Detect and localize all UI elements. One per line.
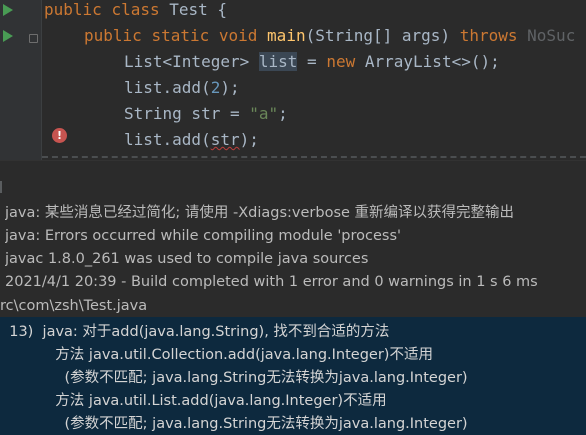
highlighted-variable: list (258, 52, 298, 71)
code-line-5: String str = "a"; (124, 104, 288, 123)
selected-error-entry[interactable]: 13) java: 对于add(java.lang.String), 找不到合适… (0, 317, 586, 435)
build-file-path[interactable]: rc\com\zsh\Test.java (0, 295, 586, 318)
error-argument: str (210, 130, 240, 149)
build-output-panel: java: 某些消息已经过简化; 请使用 -Xdiags:verbose 重新编… (0, 160, 586, 435)
code-line-1: public class Test { (44, 0, 228, 19)
build-message-3[interactable]: javac 1.8.0_261 was used to compile java… (5, 248, 586, 271)
fold-icon[interactable] (29, 34, 38, 43)
panel-toolbar-icon[interactable] (0, 181, 6, 193)
run-class-icon[interactable] (3, 4, 13, 16)
error-marker-icon[interactable]: ! (52, 128, 67, 143)
error-line-2: 方法 java.util.Collection.add(java.lang.In… (0, 347, 433, 363)
error-line-5: (参数不匹配; java.lang.String无法转换为java.lang.I… (0, 416, 468, 432)
run-main-icon[interactable] (3, 30, 13, 42)
editor-gutter (0, 0, 42, 160)
code-editor[interactable]: public class Test { public static void m… (0, 0, 586, 160)
code-line-4: list.add(2); (124, 78, 240, 97)
code-line-3: List<Integer> list = new ArrayList<>(); (124, 52, 500, 71)
build-message-2[interactable]: java: Errors occurred while compiling mo… (5, 225, 586, 248)
error-line-1: 13) java: 对于add(java.lang.String), 找不到合适… (0, 324, 390, 340)
build-message-4[interactable]: 2021/4/1 20:39 - Build completed with 1 … (5, 271, 586, 294)
error-line-3: (参数不匹配; java.lang.String无法转换为java.lang.I… (0, 370, 468, 386)
build-message-1[interactable]: java: 某些消息已经过简化; 请使用 -Xdiags:verbose 重新编… (5, 202, 586, 225)
code-line-2: public static void main(String[] args) t… (84, 26, 576, 45)
code-line-6: list.add(str); (124, 130, 259, 149)
panel-toolbar (0, 161, 586, 199)
error-line-4: 方法 java.util.List.add(java.lang.Integer)… (0, 393, 387, 409)
